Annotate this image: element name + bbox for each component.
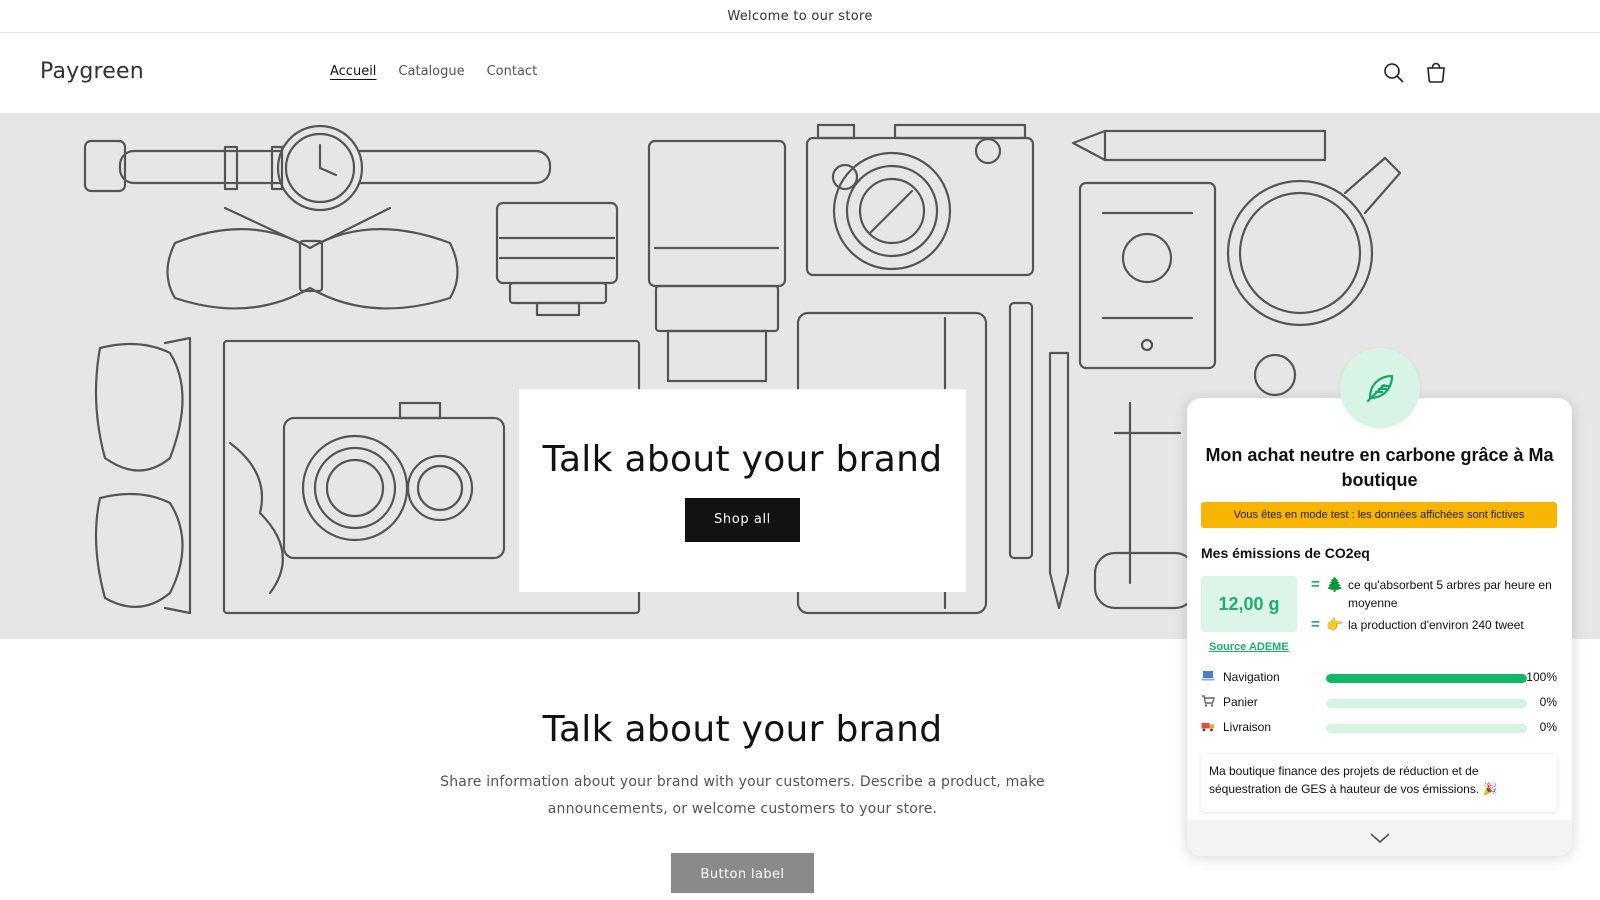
breakdown-bar-track bbox=[1326, 724, 1527, 733]
carbon-widget: Mon achat neutre en carbone grâce à Ma b… bbox=[1187, 398, 1572, 856]
breakdown-label: Navigation bbox=[1223, 670, 1280, 684]
breakdown-percent: 0% bbox=[1539, 695, 1557, 709]
emissions-value: 12,00 g bbox=[1201, 576, 1297, 632]
equivalent-trees: = 🌲 ce qu'absorbent 5 arbres par heure e… bbox=[1311, 576, 1558, 612]
equivalent-tweets: = 👉 la production d'environ 240 tweet bbox=[1311, 616, 1558, 634]
breakdown-row-navigation: Navigation 100% bbox=[1201, 668, 1557, 686]
breakdown-bar-fill bbox=[1326, 674, 1527, 683]
breakdown-bar-track bbox=[1326, 699, 1527, 708]
breakdown-label: Livraison bbox=[1223, 720, 1272, 734]
laptop-icon bbox=[1201, 671, 1215, 681]
test-mode-notice: Vous êtes en mode test : les données aff… bbox=[1201, 502, 1557, 528]
chevron-down-icon bbox=[1369, 833, 1390, 844]
equals-sign: = bbox=[1311, 576, 1320, 593]
shop-all-button[interactable]: Shop all bbox=[685, 498, 800, 542]
breakdown-row-livraison: Livraison 0% bbox=[1201, 718, 1557, 736]
hero-content-box: Talk about your brand Shop all bbox=[519, 389, 966, 592]
hero-title: Talk about your brand bbox=[542, 439, 943, 480]
breakdown-bar-track bbox=[1326, 674, 1527, 683]
breakdown-percent: 100% bbox=[1526, 670, 1557, 684]
widget-leaf-badge bbox=[1340, 348, 1420, 428]
search-button[interactable] bbox=[1382, 61, 1406, 85]
equivalent-tweets-text: la production d'environ 240 tweet bbox=[1348, 618, 1524, 632]
widget-title: Mon achat neutre en carbone grâce à Ma b… bbox=[1205, 445, 1554, 490]
site-header: Paygreen Accueil Catalogue Contact bbox=[0, 33, 1600, 113]
source-ademe-link[interactable]: Source ADEME bbox=[1209, 641, 1289, 653]
main-nav: Accueil Catalogue Contact bbox=[330, 64, 537, 79]
cart-icon bbox=[1202, 695, 1215, 707]
truck-icon bbox=[1201, 723, 1214, 732]
tree-icon: 🌲 bbox=[1326, 576, 1344, 592]
breakdown-label: Panier bbox=[1223, 695, 1258, 709]
nav-item-contact[interactable]: Contact bbox=[487, 64, 538, 79]
rich-text-body: Share information about your brand with … bbox=[440, 774, 1045, 817]
breakdown-percent: 0% bbox=[1539, 720, 1557, 734]
search-icon bbox=[1384, 63, 1404, 83]
leaf-icon bbox=[1366, 374, 1394, 403]
nav-item-catalogue[interactable]: Catalogue bbox=[398, 64, 464, 79]
nav-item-accueil[interactable]: Accueil bbox=[330, 64, 376, 79]
rich-text-button[interactable]: Button label bbox=[671, 853, 814, 893]
announcement-bar: Welcome to our store bbox=[0, 0, 1600, 33]
emissions-title: Mes émissions de CO2eq bbox=[1201, 545, 1370, 561]
cart-icon bbox=[1427, 62, 1445, 83]
announcement-text: Welcome to our store bbox=[727, 8, 873, 24]
widget-collapse-button[interactable] bbox=[1187, 820, 1572, 856]
store-logo[interactable]: Paygreen bbox=[40, 59, 144, 84]
breakdown-row-panier: Panier 0% bbox=[1201, 693, 1557, 711]
cart-button[interactable] bbox=[1424, 61, 1448, 85]
finance-message: Ma boutique finance des projets de réduc… bbox=[1201, 754, 1557, 812]
equals-sign: = bbox=[1311, 616, 1320, 633]
equivalent-trees-text: ce qu'absorbent 5 arbres par heure en mo… bbox=[1348, 578, 1552, 610]
pointing-hand-icon: 👉 bbox=[1326, 616, 1344, 632]
